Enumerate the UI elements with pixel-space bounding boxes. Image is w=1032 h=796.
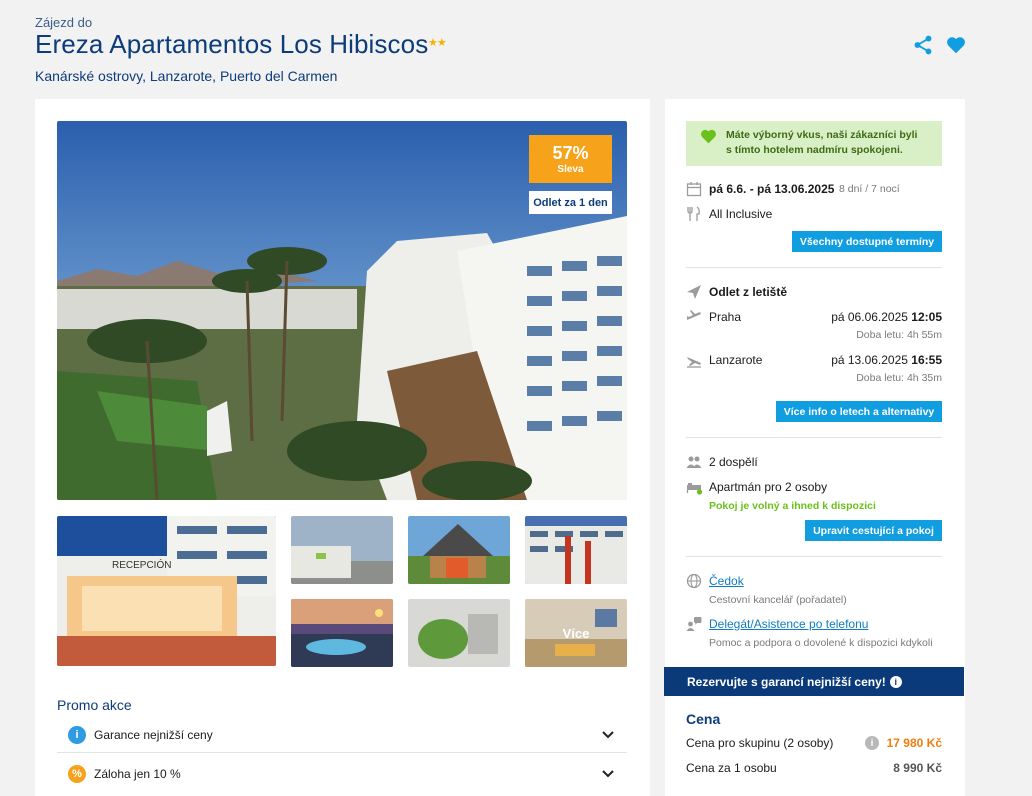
- flight-info-button[interactable]: Více info o letech a alternativy: [776, 401, 942, 422]
- agency-row: Čedok Cestovní kancelář (pořadatel): [686, 573, 942, 609]
- discount-label: Sleva: [557, 164, 584, 175]
- price-title: Cena: [686, 711, 721, 727]
- thumbnail-2[interactable]: [291, 516, 393, 584]
- promo-item-guarantee[interactable]: i Garance nejnižší ceny: [57, 717, 627, 753]
- hotel-location: Kanárské ostrovy, Lanzarote, Puerto del …: [35, 68, 338, 84]
- travellers-count: 2 dospělí: [709, 455, 758, 469]
- cutlery-icon: [687, 206, 700, 221]
- all-dates-button[interactable]: Všechny dostupné termíny: [792, 231, 942, 252]
- more-photos-label: Více: [562, 625, 590, 641]
- trip-duration: 8 dní / 7 nocí: [839, 183, 900, 195]
- dates-row: pá 6.6. - pá 13.06.2025 8 dní / 7 nocí: [686, 181, 942, 197]
- discount-percent: 57%: [552, 143, 589, 163]
- discount-badge: 57% Sleva: [529, 135, 612, 183]
- guarantee-text: Rezervujte s garancí nejnižší ceny!: [687, 674, 886, 689]
- info-icon[interactable]: i: [889, 675, 902, 688]
- group-price-label: Cena pro skupinu (2 osoby): [686, 736, 834, 750]
- info-icon: i: [68, 725, 86, 744]
- percent-icon: %: [68, 765, 86, 783]
- promo-item-deposit[interactable]: % Záloha jen 10 %: [57, 756, 627, 792]
- outbound-time: 12:05: [911, 310, 942, 324]
- people-icon: [686, 456, 702, 468]
- support-icon: [686, 617, 702, 631]
- reception-sign: RECEPCIÓN: [112, 558, 171, 571]
- person-price-label: Cena za 1 osobu: [686, 761, 777, 775]
- inbound-duration: Doba letu: 4h 35m: [856, 372, 942, 384]
- thumbnail-6[interactable]: [408, 599, 510, 667]
- person-price-row: Cena za 1 osobu 8 990 Kč: [686, 761, 942, 777]
- notice-text: Máte výborný vkus, naši zákazníci byli s…: [726, 129, 918, 156]
- favorite-heart-icon[interactable]: [945, 34, 967, 56]
- inbound-datetime: pá 13.06.2025 16:55: [831, 353, 942, 367]
- outbound-flight: Praha pá 06.06.2025 12:05 Doba letu: 4h …: [686, 309, 942, 343]
- delegate-row: Delegát/Asistence po telefonu Pomoc a po…: [686, 616, 942, 652]
- takeoff-icon: [687, 310, 701, 320]
- landing-icon: [687, 357, 701, 368]
- heart-icon: [701, 129, 716, 144]
- room-row: Apartmán pro 2 osoby Pokoj je volný a ih…: [686, 479, 942, 513]
- share-icon[interactable]: [912, 34, 934, 56]
- agency-description: Cestovní kancelář (pořadatel): [709, 594, 847, 606]
- inbound-city: Lanzarote: [709, 353, 763, 367]
- group-price-value: 17 980 Kč: [886, 736, 942, 750]
- chevron-down-icon: [602, 730, 614, 738]
- promo-item-label: Záloha jen 10 %: [94, 767, 181, 781]
- departure-tag: Odlet za 1 den: [529, 191, 612, 214]
- thumbnail-5[interactable]: [291, 599, 393, 667]
- gallery-card: 57% Sleva Odlet za 1 den RECEPCIÓN Více: [35, 99, 650, 796]
- inbound-flight: Lanzarote pá 13.06.2025 16:55 Doba letu:…: [686, 352, 942, 386]
- thumbnail-more[interactable]: Více: [525, 599, 627, 667]
- main-hotel-photo[interactable]: 57% Sleva Odlet za 1 den: [57, 121, 627, 500]
- travellers-row: 2 dospělí: [686, 454, 942, 470]
- inbound-time: 16:55: [911, 353, 942, 367]
- agency-link[interactable]: Čedok: [709, 574, 744, 588]
- outbound-datetime: pá 06.06.2025 12:05: [831, 310, 942, 324]
- delegate-link[interactable]: Delegát/Asistence po telefonu: [709, 617, 868, 631]
- promo-title: Promo akce: [57, 697, 132, 713]
- thumbnail-3[interactable]: [408, 516, 510, 584]
- room-type: Apartmán pro 2 osoby: [709, 480, 828, 494]
- inbound-date: pá 13.06.2025: [831, 353, 908, 367]
- board-row: All Inclusive: [686, 206, 942, 222]
- hotel-title: Ereza Apartamentos Los Hibiscos: [35, 29, 429, 59]
- chevron-down-icon: [602, 770, 614, 778]
- departure-row: Odlet z letiště: [686, 284, 942, 300]
- eyebrow-label: Zájezd do: [35, 15, 93, 30]
- thumbnail-4[interactable]: [525, 516, 627, 584]
- board-type: All Inclusive: [709, 207, 773, 221]
- promo-item-label: Garance nejnižší ceny: [94, 727, 213, 742]
- group-price-row: Cena pro skupinu (2 osoby) i 17 980 Kč: [686, 736, 942, 752]
- outbound-duration: Doba letu: 4h 55m: [856, 329, 942, 341]
- plane-icon: [687, 285, 701, 299]
- edit-travellers-button[interactable]: Upravit cestující a pokoj: [805, 520, 942, 541]
- star-rating: ★★: [428, 37, 447, 49]
- bed-icon: [686, 483, 702, 495]
- thumbnail-reception[interactable]: RECEPCIÓN: [57, 516, 276, 666]
- outbound-date: pá 06.06.2025: [831, 310, 908, 324]
- person-price-value: 8 990 Kč: [893, 761, 942, 775]
- departure-label: Odlet z letiště: [709, 285, 788, 299]
- globe-icon: [686, 573, 702, 589]
- lowest-price-guarantee-banner[interactable]: Rezervujte s garancí nejnižší ceny! i: [664, 667, 964, 696]
- room-status: Pokoj je volný a ihned k dispozici: [709, 500, 876, 512]
- delegate-description: Pomoc a podpora o dovolené k dispozici k…: [709, 637, 933, 649]
- outbound-city: Praha: [709, 310, 742, 324]
- trip-dates: pá 6.6. - pá 13.06.2025: [709, 182, 835, 196]
- info-icon[interactable]: i: [865, 736, 879, 750]
- calendar-icon: [686, 182, 702, 197]
- satisfaction-notice: Máte výborný vkus, naši zákazníci byli s…: [686, 121, 942, 166]
